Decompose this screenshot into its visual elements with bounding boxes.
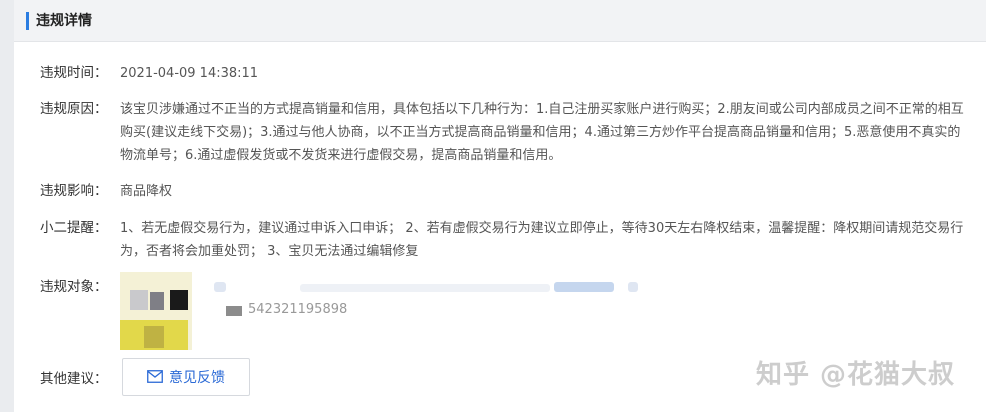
time-label: 违规时间： xyxy=(40,65,108,81)
product-thumbnail[interactable] xyxy=(120,272,192,350)
panel-header: 违规详情 xyxy=(14,0,986,42)
violation-detail-panel: 违规详情 违规时间： 2021-04-09 14:38:11 违规原因： 该宝贝… xyxy=(14,0,986,412)
impact-label: 违规影响： xyxy=(40,183,108,199)
object-label: 违规对象： xyxy=(40,279,108,295)
id-icon xyxy=(226,306,242,316)
zhihu-watermark: 知乎 @花猫大叔 xyxy=(756,360,956,390)
time-value: 2021-04-09 14:38:11 xyxy=(120,66,259,81)
reminder-value: 1、若无虚假交易行为，建议通过申诉入口申诉； 2、若有虚假交易行为建议立即停止，… xyxy=(120,221,964,259)
reason-label: 违规原因： xyxy=(40,101,108,117)
object-id: 542321195898 xyxy=(248,302,348,317)
impact-value: 商品降权 xyxy=(120,184,173,199)
feedback-button[interactable]: 意见反馈 xyxy=(122,358,250,396)
header-accent-bar xyxy=(26,12,29,30)
feedback-button-label: 意见反馈 xyxy=(169,370,225,386)
reason-value: 该宝贝涉嫌通过不正当的方式提高销量和信用，具体包括以下几种行为：1.自己注册买家… xyxy=(120,102,964,163)
mail-icon xyxy=(147,368,163,387)
obscured-product-title xyxy=(300,284,550,292)
obscured-title-highlight xyxy=(554,282,614,292)
reminder-label: 小二提醒： xyxy=(40,220,108,236)
other-label: 其他建议： xyxy=(40,371,108,387)
obscured-title-fragment xyxy=(214,282,226,292)
page-title: 违规详情 xyxy=(36,13,92,29)
obscured-title-end xyxy=(628,282,638,292)
